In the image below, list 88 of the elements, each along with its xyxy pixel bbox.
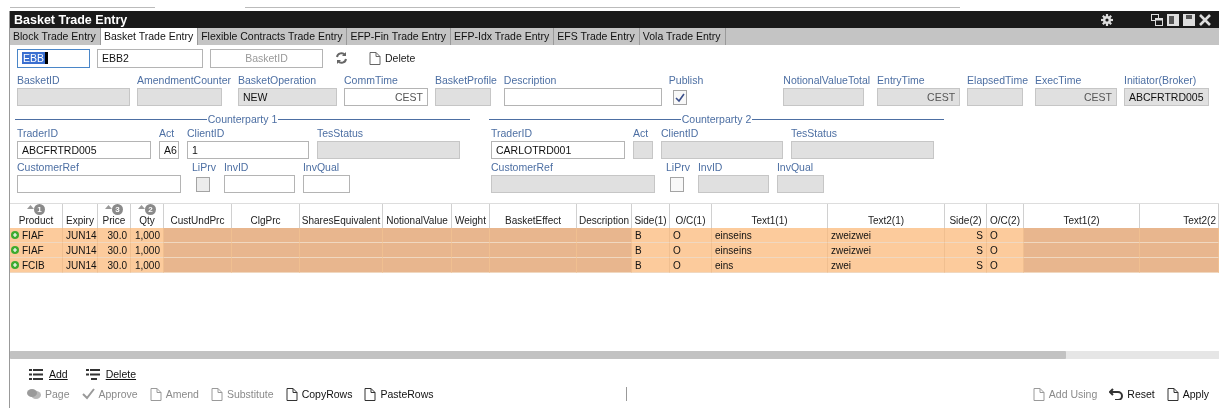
table-cell: JUN14 [63, 228, 98, 243]
column-header[interactable]: O/C(2) [987, 204, 1024, 228]
field-label: Initiator(Broker) [1124, 74, 1198, 87]
table-cell: einseins [712, 243, 828, 258]
table-cell: zweizwei [828, 243, 945, 258]
tab[interactable]: Vola Trade Entry [639, 28, 726, 45]
input-field[interactable]: EBB [17, 48, 90, 68]
field-label: ExecTime [1035, 74, 1083, 87]
tab[interactable]: Block Trade Entry [10, 28, 101, 45]
table-cell: S [945, 228, 987, 243]
field-label: CommTime [343, 74, 399, 87]
add-row-button[interactable]: Add [29, 368, 68, 380]
field-label: LiPrv [666, 161, 690, 174]
table-cell: S [945, 258, 987, 273]
sort-order-badge: 1 [34, 204, 45, 215]
input-field[interactable]: EBB2 [97, 48, 203, 68]
table-cell: 30.0 [98, 243, 131, 258]
tab[interactable]: Basket Trade Entry [100, 28, 199, 45]
table-cell: 1,000 [131, 258, 164, 273]
field-label: Act [159, 127, 176, 140]
table-cell: zweizwei [828, 228, 945, 243]
input-field[interactable]: CEST [343, 88, 428, 106]
window-title: Basket Trade Entry [14, 12, 129, 27]
column-header[interactable]: Weight [452, 204, 490, 228]
field-label: CustomerRef [17, 161, 80, 174]
table-cell: FIAF [19, 228, 63, 243]
section-title: Counterparty 2 [680, 113, 753, 125]
table-cell: 1,000 [131, 228, 164, 243]
field-label: InvID [223, 161, 250, 174]
table-cell: B [632, 228, 670, 243]
field-label: NotionalValueTotal [783, 74, 871, 87]
table-cell: 30.0 [98, 228, 131, 243]
field-label: EntryTime [877, 74, 926, 87]
table-cell: O [670, 228, 712, 243]
sort-order-badge: 2 [145, 204, 156, 215]
input-field[interactable]: CARLOTRD001 [491, 141, 625, 159]
field-label: BasketID [17, 74, 61, 87]
field-label: ClientID [187, 127, 226, 140]
input-field[interactable]: ABCFRTRD005 [17, 141, 151, 159]
field-label: TesStatus [317, 127, 365, 140]
table-cell: zwei [828, 258, 945, 273]
table-cell: FIAF [19, 243, 63, 258]
field-label: Act [633, 127, 650, 140]
field-label: AmendmentCounter [137, 74, 231, 87]
field-label: BasketProfile [434, 74, 497, 87]
table-cell: O [670, 243, 712, 258]
delete-row-button[interactable]: Delete [85, 368, 137, 380]
table-cell: einseins [712, 228, 828, 243]
table-cell: JUN14 [63, 243, 98, 258]
delete-button[interactable]: Delete [369, 51, 416, 65]
column-header[interactable]: Description [577, 204, 632, 228]
column-header[interactable]: SharesEquivalent [300, 204, 383, 228]
field-label: TesStatus [791, 127, 839, 140]
table-cell: JUN14 [63, 258, 98, 273]
table-cell: B [632, 243, 670, 258]
field-label: CustomerRef [491, 161, 554, 174]
field-label: Publish [668, 74, 704, 87]
table-cell: FCIB [19, 258, 63, 273]
field-label: InvQual [776, 161, 815, 174]
table-cell: O [987, 243, 1024, 258]
field-label: LiPrv [192, 161, 216, 174]
toolbar-button[interactable]: Apply [1166, 387, 1209, 401]
toolbar-button[interactable]: Reset [1109, 387, 1155, 401]
table-cell: S [945, 243, 987, 258]
column-header[interactable]: Expiry [63, 204, 98, 228]
table-cell: O [987, 228, 1024, 243]
toolbar-button[interactable]: PasteRows [364, 387, 434, 401]
tab[interactable]: EFP-Idx Trade Entry [451, 28, 555, 45]
field-label: InvQual [302, 161, 341, 174]
column-header[interactable]: Side(1) [632, 204, 670, 228]
input-field[interactable]: A6 [159, 141, 179, 159]
input-field[interactable]: 1 [187, 141, 309, 159]
table-cell: B [632, 258, 670, 273]
section-title: Counterparty 1 [206, 113, 279, 125]
table-cell: O [987, 258, 1024, 273]
table-cell: eins [712, 258, 828, 273]
toolbar-button[interactable]: CopyRows [285, 387, 353, 401]
field-label: ElapsedTime [967, 74, 1028, 87]
field-label: BasketOperation [237, 74, 318, 87]
sort-order-badge: 3 [112, 204, 123, 215]
table-cell: 30.0 [98, 258, 131, 273]
table-cell: O [670, 258, 712, 273]
field-label: TraderID [491, 127, 534, 140]
field-label: TraderID [17, 127, 60, 140]
field-label: Description [503, 74, 558, 87]
table-cell: 1,000 [131, 243, 164, 258]
field-label: InvID [697, 161, 724, 174]
field-label: ClientID [661, 127, 700, 140]
